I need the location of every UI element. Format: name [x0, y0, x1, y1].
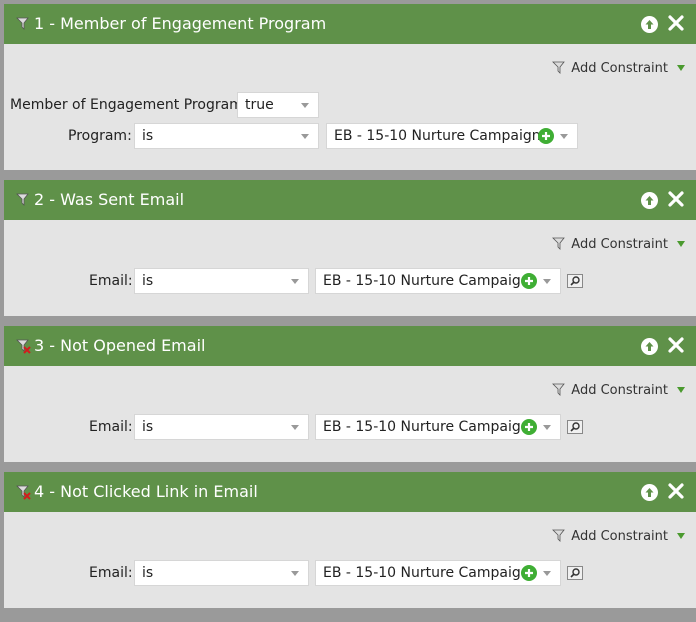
chevron-down-icon — [677, 241, 685, 247]
chevron-down-icon — [543, 279, 551, 284]
operator-select[interactable]: is — [134, 560, 309, 586]
filter-3: 3 - Not Opened Email Add Constraint Emai… — [4, 326, 696, 462]
program-select[interactable]: EB - 15-10 Nurture Campaign — [326, 123, 578, 149]
chevron-down-icon — [560, 134, 568, 139]
move-up-button[interactable] — [641, 484, 658, 501]
arrow-up-icon — [645, 342, 654, 351]
move-up-button[interactable] — [641, 16, 658, 33]
select-value: is — [142, 128, 154, 144]
operator-select[interactable]: true — [237, 92, 319, 118]
chevron-down-icon — [301, 103, 309, 108]
email-select[interactable]: EB - 15-10 Nurture Campaign. — [315, 268, 561, 294]
close-icon[interactable] — [667, 190, 685, 208]
select-value: EB - 15-10 Nurture Campaign — [334, 128, 541, 144]
operator-select[interactable]: is — [134, 123, 319, 149]
chevron-down-icon — [301, 134, 309, 139]
select-value: true — [245, 97, 274, 113]
select-value: is — [142, 419, 154, 435]
preview-icon[interactable] — [567, 566, 583, 580]
select-value: EB - 15-10 Nurture Campaign. — [323, 273, 535, 289]
add-constraint-label: Add Constraint — [571, 236, 668, 252]
chevron-down-icon — [291, 425, 299, 430]
chevron-down-icon — [677, 65, 685, 71]
add-icon[interactable] — [521, 273, 537, 289]
email-select[interactable]: EB - 15-10 Nurture Campaign. — [315, 560, 561, 586]
filter-header: 4 - Not Clicked Link in Email — [4, 472, 696, 512]
filter-title: 2 - Was Sent Email — [34, 190, 185, 209]
chevron-down-icon — [677, 387, 685, 393]
funnel-negated-icon — [16, 339, 31, 354]
select-value: EB - 15-10 Nurture Campaign. — [323, 565, 535, 581]
funnel-icon — [552, 61, 566, 74]
chevron-down-icon — [543, 571, 551, 576]
email-select[interactable]: EB - 15-10 Nurture Campaign. — [315, 414, 561, 440]
filter-title: 1 - Member of Engagement Program — [34, 14, 327, 33]
add-icon[interactable] — [521, 565, 537, 581]
arrow-up-icon — [645, 196, 654, 205]
arrow-up-icon — [645, 488, 654, 497]
chevron-down-icon — [291, 571, 299, 576]
add-constraint-label: Add Constraint — [571, 60, 668, 76]
field-label: Program: — [68, 128, 132, 144]
operator-select[interactable]: is — [134, 268, 309, 294]
field-label: Email: — [89, 273, 133, 289]
field-label: Email: — [89, 565, 133, 581]
add-constraint-label: Add Constraint — [571, 528, 668, 544]
add-constraint-label: Add Constraint — [571, 382, 668, 398]
select-value: is — [142, 565, 154, 581]
move-up-button[interactable] — [641, 192, 658, 209]
operator-select[interactable]: is — [134, 414, 309, 440]
add-constraint-button[interactable]: Add Constraint — [552, 528, 685, 544]
funnel-icon — [552, 383, 566, 396]
field-label: Email: — [89, 419, 133, 435]
add-constraint-button[interactable]: Add Constraint — [552, 382, 685, 398]
add-icon[interactable] — [521, 419, 537, 435]
funnel-icon — [552, 529, 566, 542]
close-icon[interactable] — [667, 482, 685, 500]
filter-header: 1 - Member of Engagement Program — [4, 4, 696, 44]
funnel-icon — [16, 193, 29, 206]
select-value: EB - 15-10 Nurture Campaign. — [323, 419, 535, 435]
close-icon[interactable] — [667, 14, 685, 32]
add-icon[interactable] — [538, 128, 554, 144]
add-constraint-button[interactable]: Add Constraint — [552, 60, 685, 76]
funnel-icon — [16, 17, 29, 30]
chevron-down-icon — [677, 533, 685, 539]
funnel-icon — [552, 237, 566, 250]
add-constraint-button[interactable]: Add Constraint — [552, 236, 685, 252]
filter-2: 2 - Was Sent Email Add Constraint Email:… — [4, 180, 696, 316]
filter-1: 1 - Member of Engagement Program Add Con… — [4, 4, 696, 170]
arrow-up-icon — [645, 20, 654, 29]
filter-header: 3 - Not Opened Email — [4, 326, 696, 366]
close-icon[interactable] — [667, 336, 685, 354]
select-value: is — [142, 273, 154, 289]
chevron-down-icon — [291, 279, 299, 284]
chevron-down-icon — [543, 425, 551, 430]
filter-header: 2 - Was Sent Email — [4, 180, 696, 220]
field-label: Member of Engagement Program: — [10, 97, 248, 113]
filter-title: 4 - Not Clicked Link in Email — [34, 482, 258, 501]
preview-icon[interactable] — [567, 274, 583, 288]
filter-title: 3 - Not Opened Email — [34, 336, 206, 355]
funnel-negated-icon — [16, 485, 31, 500]
filter-4: 4 - Not Clicked Link in Email Add Constr… — [4, 472, 696, 608]
preview-icon[interactable] — [567, 420, 583, 434]
move-up-button[interactable] — [641, 338, 658, 355]
